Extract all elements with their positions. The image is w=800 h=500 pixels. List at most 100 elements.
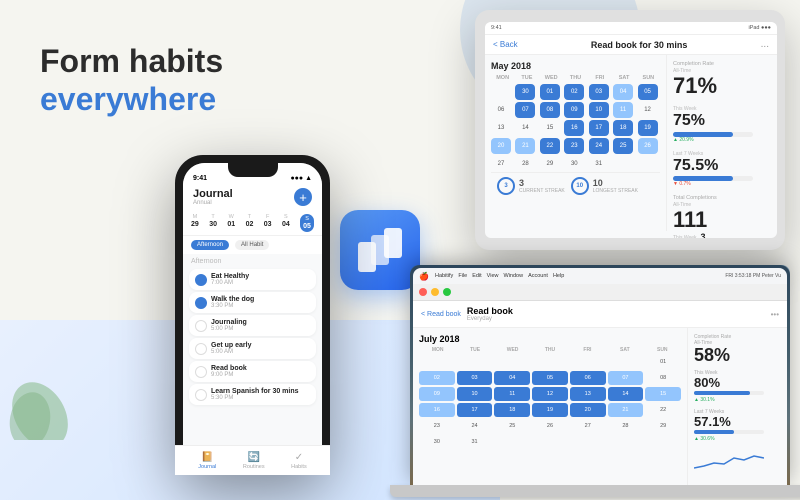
iphone-filter-bar: Afternoon All Habit [183,236,322,254]
iphone-day-thu: T 02 [246,214,254,232]
stat-completion-rate: Completion Rate All-Time 71% [673,61,771,98]
mac-app-content: < Read book Read book Everyday ••• July … [413,284,787,485]
stat-total-value: 111 [673,208,771,232]
mac-menu-items: Habitify File Edit View Window Account H… [435,273,564,279]
mac-menu-button[interactable]: ••• [771,310,779,319]
tab-journal[interactable]: 📔 Journal [198,452,216,468]
mac-window-controls [413,284,787,301]
tab-routines[interactable]: 🔄 Routines [243,452,265,468]
ipad-signal: iPad ●●● [748,25,771,31]
macbook-mockup: 🍎 Habitify File Edit View Window Account… [410,265,790,495]
mac-minimize-dot[interactable] [431,288,439,296]
habit-eat-healthy[interactable]: Eat Healthy 7:00 AM [189,269,316,290]
habit-circle-early [195,343,207,355]
mac-calendar-grid: 01 02 03 04 05 06 07 08 09 [419,355,681,449]
habit-read[interactable]: Read book 9:00 PM [189,361,316,382]
stat-this-week: This Week 75% ▲ 20.9% [673,106,771,143]
iphone-mockup: 9:41 ●●● ▲ Journal Annual + M 29 T 30 [175,155,330,475]
mac-last7-change: ▲ 30.6% [694,436,781,442]
iphone-section-label: Afternoon [183,254,322,267]
best-streak-label: LONGEST STREAK [593,188,638,194]
iphone-signal: ●●● ▲ [290,175,312,182]
mac-mini-chart [694,448,781,478]
ipad-calendar: May 2018 MON TUE WED THU FRI SAT SUN 30 [485,55,667,231]
habit-time-read: 9:00 PM [211,372,310,378]
ipad-header: < Back Read book for 30 mins ... [485,35,777,55]
hero-line1: Form habits [40,43,223,79]
mac-right-menubar: FRI 3:53:18 PM Peter Vu [725,273,781,279]
ipad-mockup: 9:41 iPad ●●● < Back Read book for 30 mi… [475,10,785,250]
mac-thisweek-change: ▲ 30.1% [694,397,781,403]
ipad-best-streak: 10 10 LONGEST STREAK [571,177,638,195]
mac-last7-bar [694,430,764,434]
mac-last7-fill [694,430,734,434]
habit-circle-spanish [195,389,207,401]
mac-menubar: 🍎 Habitify File Edit View Window Account… [413,268,787,284]
mac-maximize-dot[interactable] [443,288,451,296]
habit-time-eat: 7:00 AM [211,280,310,286]
stat-completion-label: Completion Rate [673,61,771,67]
mac-weekdays: MON TUE WED THU FRI SAT SUN [419,347,681,353]
ipad-main-content: May 2018 MON TUE WED THU FRI SAT SUN 30 [485,55,777,231]
habit-time-early: 5:00 AM [211,349,310,355]
ipad-weekdays: MON TUE WED THU FRI SAT SUN [491,75,660,81]
macbook-screen: 🍎 Habitify File Edit View Window Account… [410,265,790,485]
habit-name-journal: Journaling [211,319,310,326]
iphone-time: 9:41 [193,175,207,182]
ipad-menu-dots[interactable]: ... [761,39,769,50]
mac-main-panel: < Read book Read book Everyday ••• July … [413,284,787,485]
tab-habits[interactable]: ✓ Habits [291,452,307,468]
stat-thisweek-total: 3 [701,233,706,238]
ipad-back-button[interactable]: < Back [493,40,518,49]
habit-circle-eat [195,274,207,286]
iphone-notch [228,163,278,177]
stat-last7-value: 75.5% [673,157,771,175]
ipad-title: Read book for 30 mins [524,40,755,50]
mac-last7-value: 57.1% [694,415,781,428]
habit-journaling[interactable]: Journaling 5:00 PM [189,315,316,336]
mac-back-button[interactable]: < Read book [421,311,461,318]
stat-last7: Last 7 Weeks 75.5% ▼ 0.7% [673,151,771,188]
iphone-tabbar: 📔 Journal 🔄 Routines ✓ Habits [183,445,322,467]
mac-stat-completion: Completion Rate All-Time 58% [694,334,781,364]
ipad-status-bar: 9:41 iPad ●●● [485,22,777,35]
mac-alltime-value: 58% [694,346,781,364]
ipad-time: 9:41 [491,25,502,31]
stat-total-label: Total Completions [673,195,771,201]
habit-early[interactable]: Get up early 5:00 AM [189,338,316,359]
habit-name-eat: Eat Healthy [211,273,310,280]
habit-name-spanish: Learn Spanish for 30 mins [211,388,310,395]
macbook-base [390,485,800,497]
mac-thisweek-bar [694,391,764,395]
habit-name-dog: Walk the dog [211,296,310,303]
ipad-calendar-grid: 30 01 02 03 04 05 06 07 08 09 10 11 12 [491,84,660,172]
mac-close-dot[interactable] [419,288,427,296]
filter-all-habit[interactable]: All Habit [235,240,269,250]
best-streak-value: 10 [576,183,583,189]
habit-walk-dog[interactable]: Walk the dog 3:30 PM [189,292,316,313]
mac-calendar: July 2018 MON TUE WED THU FRI SAT SUN [413,328,687,485]
iphone-add-button[interactable]: + [294,188,312,206]
iphone-day-sun-active[interactable]: S 05 [300,214,314,232]
iphone-day-wed: W 01 [227,214,235,232]
habit-time-dog: 3:30 PM [211,303,310,309]
mac-habit-subtitle: Everyday [467,316,765,322]
habit-spanish[interactable]: Learn Spanish for 30 mins 5:30 PM [189,384,316,405]
stat-thisweek-change: ▲ 20.9% [673,137,771,143]
current-streak-value: 3 [504,183,507,189]
filter-afternoon[interactable]: Afternoon [191,240,229,250]
stat-alltime-value: 71% [673,74,771,98]
habit-time-journal: 5:00 PM [211,326,310,332]
mac-thisweek-value: 80% [694,376,781,389]
iphone-journal-title: Journal [193,188,233,200]
ipad-current-streak: 3 3 CURRENT STREAK [497,177,565,195]
habit-time-spanish: 5:30 PM [211,395,310,401]
iphone-day-mon: M 29 [191,214,199,232]
current-streak-label: CURRENT STREAK [519,188,565,194]
ipad-screen: 9:41 iPad ●●● < Back Read book for 30 mi… [485,22,777,238]
app-icon [340,210,420,290]
stat-total-completions: Total Completions All-Time 111 This Week… [673,195,771,238]
iphone-header: Journal Annual + [183,185,322,211]
habit-name-read: Read book [211,365,310,372]
stat-last7-change: ▼ 0.7% [673,181,771,187]
